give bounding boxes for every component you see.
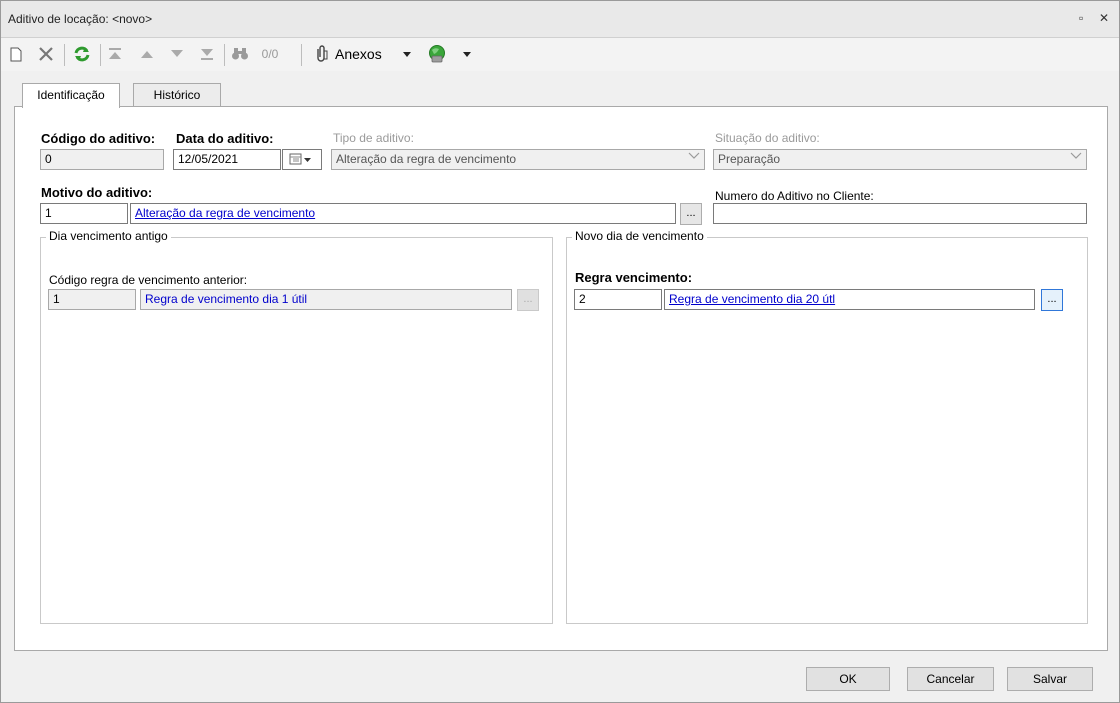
next-record-icon[interactable] <box>167 43 187 65</box>
chevron-down-icon <box>1070 151 1082 163</box>
restore-icon[interactable]: ▫ <box>1079 11 1083 25</box>
situacao-select[interactable]: Preparação <box>713 149 1087 170</box>
situacao-label: Situação do aditivo: <box>715 131 820 145</box>
toolbar-separator <box>301 44 302 66</box>
new-rule-code-field[interactable]: 2 <box>574 289 662 310</box>
last-record-icon[interactable] <box>197 43 217 65</box>
first-record-icon[interactable] <box>105 43 125 65</box>
motivo-code-field[interactable]: 1 <box>40 203 128 224</box>
numero-cliente-field[interactable] <box>713 203 1087 224</box>
tipo-select[interactable]: Alteração da regra de vencimento <box>331 149 705 170</box>
toolbar-separator <box>100 44 101 66</box>
window-title: Aditivo de locação: <novo> <box>8 12 153 26</box>
new-rule-description-link[interactable]: Regra de vencimento dia 20 útl <box>664 289 1035 310</box>
motivo-label: Motivo do aditivo: <box>41 185 153 200</box>
old-rule-code-field[interactable]: 1 <box>48 289 136 310</box>
toolbar-separator <box>224 44 225 66</box>
toolbar: 0/0 Anexos <box>1 38 1119 71</box>
ok-button[interactable]: OK <box>806 667 890 691</box>
old-rule-lookup-button[interactable]: ... <box>517 289 539 311</box>
new-rule-lookup-button[interactable]: ... <box>1041 289 1063 311</box>
old-rule-label: Código regra de vencimento anterior: <box>49 273 248 287</box>
record-counter: 0/0 <box>261 47 279 61</box>
codigo-label: Código do aditivo: <box>41 131 156 146</box>
refresh-icon[interactable] <box>70 43 94 65</box>
previous-record-icon[interactable] <box>137 43 157 65</box>
globe-icon[interactable] <box>425 43 449 65</box>
new-group-title: Novo dia de vencimento <box>572 229 707 243</box>
old-due-day-group: Dia vencimento antigo Código regra de ve… <box>40 229 553 624</box>
chevron-down-icon <box>688 151 700 163</box>
save-button[interactable]: Salvar <box>1007 667 1093 691</box>
toolbar-separator <box>64 44 65 66</box>
data-field[interactable]: 12/05/2021 <box>173 149 281 170</box>
calendar-icon <box>286 153 312 169</box>
paperclip-icon[interactable] <box>311 43 331 65</box>
tipo-value: Alteração da regra de vencimento <box>336 152 517 166</box>
dialog-window: Aditivo de locação: <novo> ▫ ✕ 0/0 Anexo… <box>0 0 1120 703</box>
new-document-icon[interactable] <box>7 43 25 65</box>
motivo-lookup-button[interactable]: ... <box>680 203 702 225</box>
delete-icon[interactable] <box>35 43 57 65</box>
cancel-button[interactable]: Cancelar <box>907 667 994 691</box>
situacao-value: Preparação <box>718 152 781 166</box>
attachments-dropdown-icon[interactable] <box>401 43 413 65</box>
motivo-description-link[interactable]: Alteração da regra de vencimento <box>130 203 676 224</box>
old-group-title: Dia vencimento antigo <box>46 229 171 243</box>
attachments-button[interactable]: Anexos <box>335 43 395 65</box>
tab-content-panel: Código do aditivo: 0 Data do aditivo: 12… <box>14 106 1108 651</box>
codigo-field[interactable]: 0 <box>40 149 164 170</box>
tipo-label: Tipo de aditivo: <box>333 131 414 145</box>
close-icon[interactable]: ✕ <box>1099 11 1109 25</box>
globe-dropdown-icon[interactable] <box>461 43 473 65</box>
numero-cliente-label: Numero do Aditivo no Cliente: <box>715 189 874 203</box>
tab-identificacao[interactable]: Identificação <box>22 83 120 108</box>
new-due-day-group: Novo dia de vencimento Regra vencimento:… <box>566 229 1088 624</box>
old-rule-description[interactable]: Regra de vencimento dia 1 útil <box>140 289 512 310</box>
date-picker-button[interactable] <box>282 149 322 170</box>
new-rule-label: Regra vencimento: <box>575 270 693 285</box>
binoculars-icon[interactable] <box>229 43 251 65</box>
data-label: Data do aditivo: <box>176 131 274 146</box>
title-bar: Aditivo de locação: <novo> ▫ ✕ <box>1 1 1119 38</box>
tab-historico[interactable]: Histórico <box>133 83 221 106</box>
